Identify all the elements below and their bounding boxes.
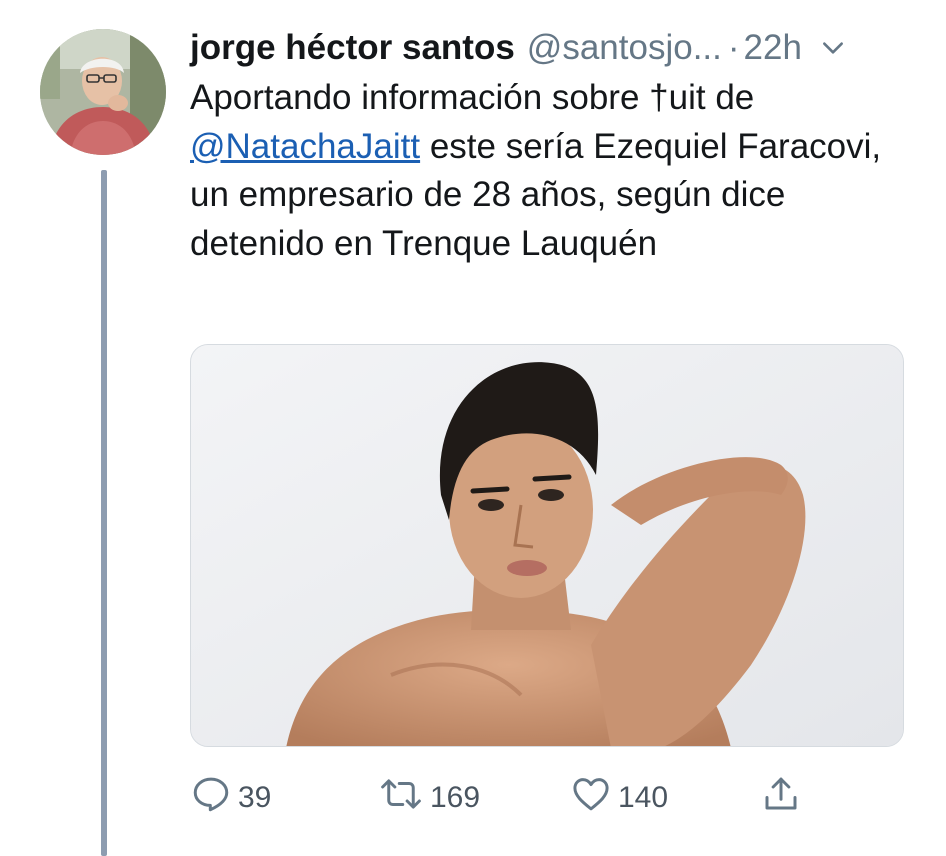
tweet-media-photo[interactable] — [190, 344, 904, 747]
separator-dot: · — [727, 28, 740, 67]
chevron-down-icon[interactable] — [818, 33, 848, 63]
share-button[interactable] — [760, 772, 802, 824]
reply-count: 39 — [238, 781, 272, 814]
like-button[interactable]: 140 — [570, 772, 668, 824]
reply-bubble-icon — [190, 773, 232, 823]
retweet-button[interactable]: 169 — [378, 772, 480, 824]
tweet-header: jorge héctor santos @santosjo... · 22h — [190, 24, 920, 72]
mention-link[interactable]: @NatachaJaitt — [190, 127, 420, 166]
media-image — [191, 345, 903, 746]
retweet-icon — [378, 773, 424, 823]
avatar[interactable] — [40, 29, 166, 155]
tweet: jorge héctor santos @santosjo... · 22h A… — [0, 0, 946, 856]
display-name[interactable]: jorge héctor santos — [190, 26, 515, 70]
timestamp[interactable]: 22h — [744, 26, 802, 70]
tweet-text-part: uit de — [668, 78, 755, 117]
tweet-actions: 39 169 140 — [190, 772, 910, 824]
retweet-count: 169 — [430, 781, 481, 814]
tweet-text-glyph: † — [649, 78, 669, 117]
user-handle[interactable]: @santosjo... — [527, 26, 722, 70]
reply-button[interactable]: 39 — [190, 772, 271, 824]
avatar-photo — [40, 29, 166, 155]
tweet-text: Aportando información sobre †uit de @Nat… — [190, 74, 890, 268]
like-count: 140 — [618, 781, 669, 814]
thread-line — [101, 170, 107, 856]
share-upload-icon — [760, 773, 802, 823]
tweet-text-part: Aportando información sobre — [190, 78, 650, 117]
heart-icon — [570, 773, 612, 823]
